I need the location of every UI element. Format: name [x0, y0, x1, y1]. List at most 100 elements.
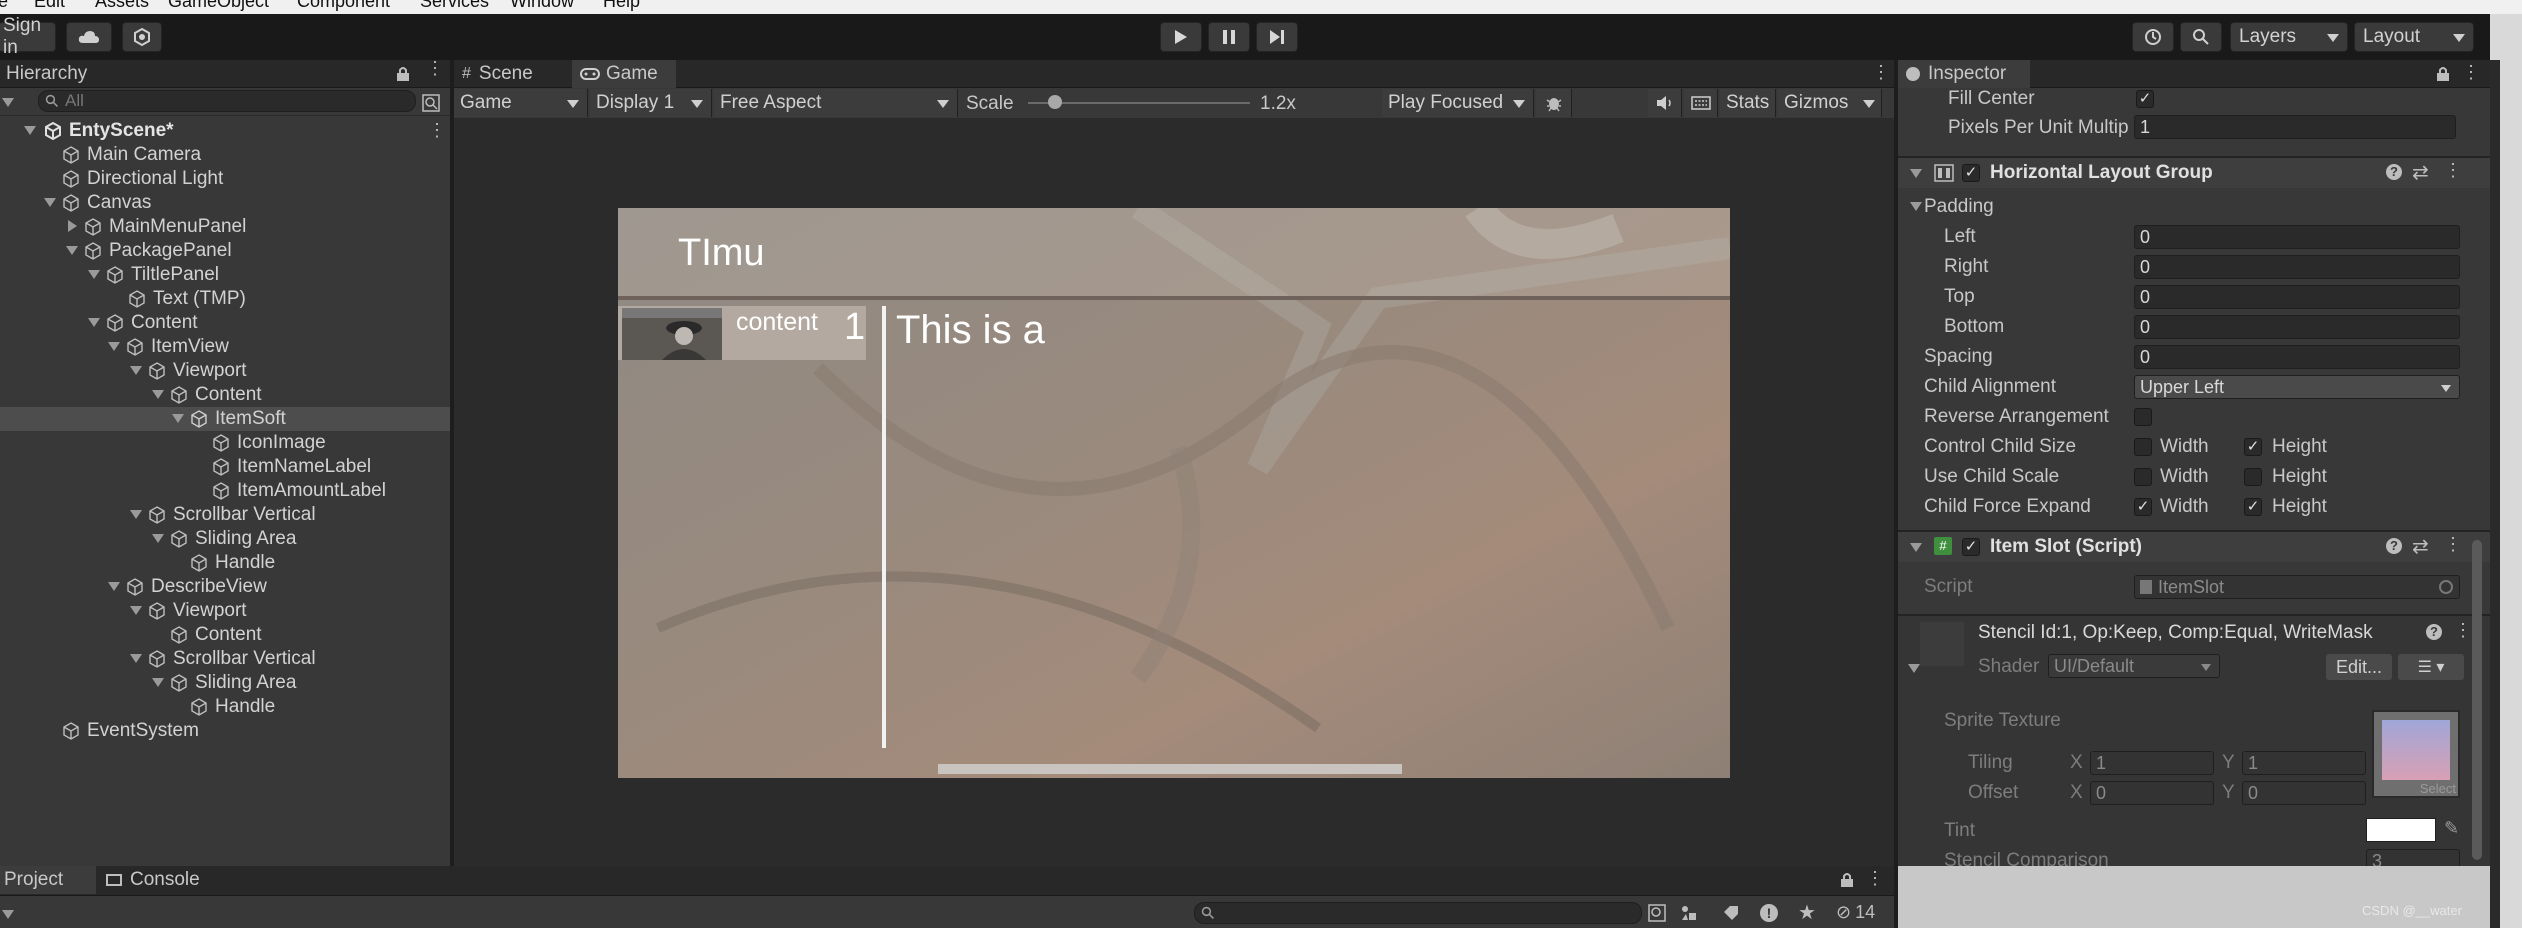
inspector-scrollbar[interactable]	[2472, 540, 2482, 860]
tree-item-content[interactable]: Content	[106, 311, 198, 335]
search-options-icon[interactable]	[422, 94, 440, 112]
texture-slot[interactable]: Select	[2372, 710, 2460, 798]
expand-arrow-icon[interactable]	[88, 318, 100, 327]
tab-game[interactable]: Game	[572, 60, 676, 88]
padding-top-field[interactable]: 0	[2134, 285, 2460, 309]
bug-button[interactable]	[1536, 89, 1572, 117]
tree-item-scrollbar-vertical[interactable]: Scrollbar Vertical	[148, 503, 316, 527]
menu-item-window[interactable]: Window	[510, 0, 574, 12]
search-button[interactable]	[2180, 22, 2222, 52]
filter-type-icon[interactable]	[1680, 904, 1698, 922]
scene-row[interactable]: EntyScene*	[44, 119, 174, 143]
tree-item-handle[interactable]: Handle	[190, 695, 275, 719]
add-dropdown-icon[interactable]	[2, 98, 14, 107]
padding-right-field[interactable]: 0	[2134, 255, 2460, 279]
more-icon[interactable]: ⋮	[1866, 868, 1884, 889]
child-alignment-dropdown[interactable]: Upper Left	[2134, 375, 2460, 399]
tab-project[interactable]: Project	[0, 866, 96, 894]
tree-item-itemsoft[interactable]: ItemSoft	[190, 407, 286, 431]
ppu-field[interactable]: 1	[2134, 115, 2456, 139]
menu-item[interactable]: e	[0, 0, 8, 12]
help-icon[interactable]: ?	[2386, 164, 2402, 180]
shader-dropdown[interactable]: UI/Default	[2048, 654, 2220, 678]
expand-arrow-icon[interactable]	[152, 678, 164, 687]
offset-y-field[interactable]: 0	[2242, 781, 2366, 805]
sign-in-button[interactable]: Sign in	[0, 15, 56, 58]
tree-item-content[interactable]: Content	[170, 623, 262, 647]
tree-item-sliding-area[interactable]: Sliding Area	[170, 671, 296, 695]
layers-dropdown[interactable]: Layers	[2230, 22, 2348, 52]
tree-item-directional-light[interactable]: Directional Light	[62, 167, 223, 191]
describe-scrollbar[interactable]	[882, 306, 886, 748]
hlg-header[interactable]: ✓ Horizontal Layout Group ? ⇄ ⋮	[1898, 158, 2490, 188]
display-dropdown[interactable]: Display 1	[590, 89, 712, 117]
more-icon[interactable]: ⋮	[1872, 62, 1890, 83]
expand-arrow-icon[interactable]	[1910, 202, 1922, 211]
tree-item-scrollbar-vertical[interactable]: Scrollbar Vertical	[148, 647, 316, 671]
hierarchy-search-input[interactable]: All	[38, 90, 416, 112]
padding-bottom-field[interactable]: 0	[2134, 315, 2460, 339]
fill-center-checkbox[interactable]: ✓	[2136, 90, 2154, 108]
layout-dropdown[interactable]: Layout	[2354, 22, 2474, 52]
stats-button[interactable]: Stats	[1720, 89, 1776, 117]
star-icon[interactable]: ★	[1798, 900, 1816, 925]
tree-item-itemview[interactable]: ItemView	[126, 335, 229, 359]
target-icon[interactable]	[2439, 580, 2453, 594]
eyedropper-icon[interactable]: ✎	[2444, 818, 2459, 839]
more-icon[interactable]: ⋮	[2444, 534, 2462, 555]
hidden-packages-toggle[interactable]: ⊘ 14	[1836, 902, 1875, 923]
expand-arrow-icon[interactable]	[130, 366, 142, 375]
item-slot-header[interactable]: # ✓ Item Slot (Script) ? ⇄ ⋮	[1898, 532, 2490, 562]
more-icon[interactable]: ⋮	[2462, 62, 2480, 83]
more-icon[interactable]: ⋮	[2454, 620, 2472, 641]
expand-height-checkbox[interactable]: ✓	[2244, 498, 2262, 516]
lock-icon[interactable]	[1840, 872, 1854, 888]
tree-item-text-tmp[interactable]: Text (TMP)	[128, 287, 246, 311]
tree-item-itemamountlabel[interactable]: ItemAmountLabel	[212, 479, 386, 503]
expand-arrow-icon[interactable]	[172, 414, 184, 423]
game-view-dropdown[interactable]: Game	[454, 89, 588, 117]
scale-slider-handle[interactable]	[1047, 95, 1062, 109]
play-button[interactable]	[1160, 22, 1202, 52]
control-height-checkbox[interactable]: ✓	[2244, 438, 2262, 456]
expand-arrow-icon[interactable]	[88, 270, 100, 279]
expand-arrow-icon[interactable]	[108, 582, 120, 591]
edit-shader-button[interactable]: Edit...	[2326, 654, 2392, 680]
expand-arrow-icon[interactable]	[130, 606, 142, 615]
select-texture-label[interactable]: Select	[2420, 781, 2456, 796]
expand-arrow-icon[interactable]	[1910, 543, 1922, 552]
tree-item-viewport[interactable]: Viewport	[148, 599, 247, 623]
tab-inspector[interactable]: Inspector	[1898, 60, 2030, 88]
tint-color-swatch[interactable]	[2366, 818, 2436, 842]
history-button[interactable]	[2132, 22, 2174, 52]
item-slot[interactable]: content 1	[618, 306, 866, 360]
tree-item-viewport[interactable]: Viewport	[148, 359, 247, 383]
tab-console[interactable]: Console	[106, 866, 200, 894]
lock-icon[interactable]	[2436, 66, 2450, 82]
expand-arrow-icon[interactable]	[24, 126, 36, 135]
collapsed-arrow-icon[interactable]	[68, 220, 77, 232]
expand-arrow-icon[interactable]	[66, 246, 78, 255]
expand-arrow-icon[interactable]	[108, 342, 120, 351]
hlg-enabled-checkbox[interactable]: ✓	[1962, 164, 1980, 182]
cloud-button[interactable]	[66, 22, 112, 52]
reverse-arrangement-checkbox[interactable]	[2134, 408, 2152, 426]
control-width-checkbox[interactable]	[2134, 438, 2152, 456]
menu-item-component[interactable]: Component	[297, 0, 390, 12]
collab-button[interactable]	[122, 22, 162, 52]
more-icon[interactable]: ⋮	[426, 59, 444, 83]
tiling-x-field[interactable]: 1	[2090, 751, 2214, 775]
menu-item-help[interactable]: Help	[603, 0, 640, 12]
tree-item-itemnamelabel[interactable]: ItemNameLabel	[212, 455, 371, 479]
menu-item-edit[interactable]: Edit	[34, 0, 65, 12]
preset-icon[interactable]: ⇄	[2412, 534, 2429, 559]
scale-width-checkbox[interactable]	[2134, 468, 2152, 486]
tree-item-iconimage[interactable]: IconImage	[212, 431, 326, 455]
shader-options-button[interactable]: ☰ ▾	[2398, 654, 2464, 680]
offset-x-field[interactable]: 0	[2090, 781, 2214, 805]
gizmos-dropdown[interactable]: Gizmos	[1778, 89, 1882, 117]
help-icon[interactable]: ?	[2426, 624, 2442, 640]
expand-arrow-icon[interactable]	[130, 654, 142, 663]
search-options-icon[interactable]	[1648, 904, 1666, 922]
expand-arrow-icon[interactable]	[1908, 664, 1920, 673]
